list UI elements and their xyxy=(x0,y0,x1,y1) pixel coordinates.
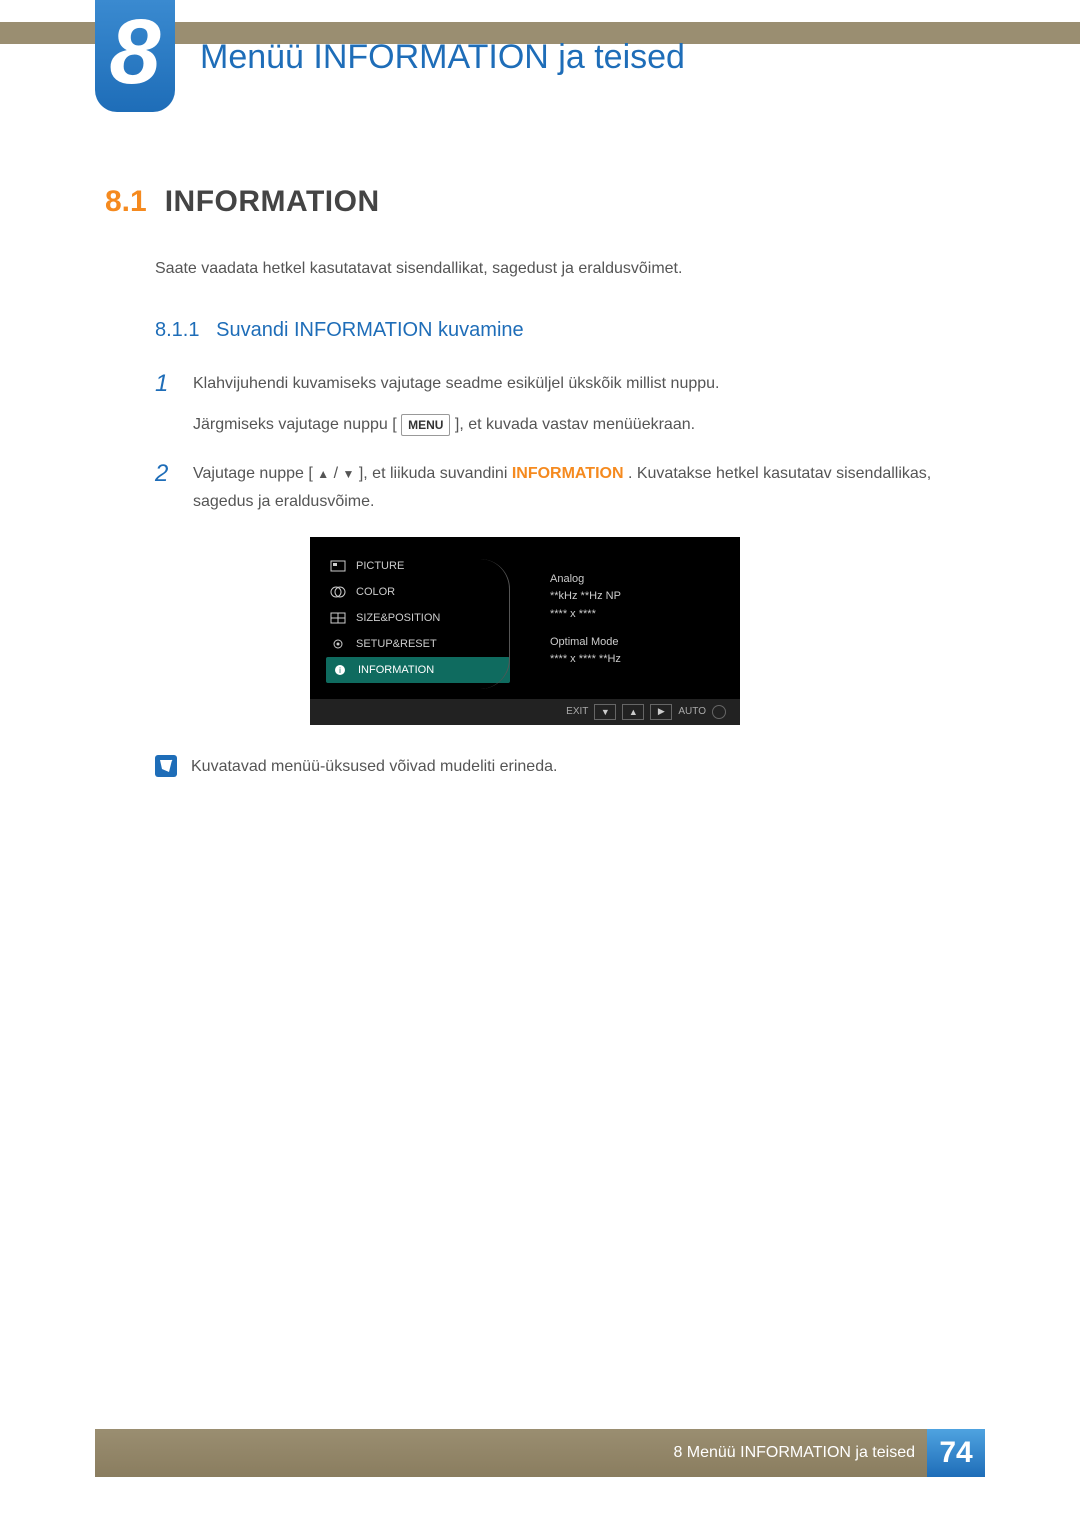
gear-icon xyxy=(330,638,346,650)
note-text: Kuvatavad menüü-üksused võivad mudeliti … xyxy=(191,755,557,779)
osd-bottom-bar: EXIT ▼ ▲ ▶ AUTO xyxy=(310,699,740,725)
osd-item-label: SIZE&POSITION xyxy=(356,612,440,624)
osd-down-icon: ▼ xyxy=(594,704,616,720)
footer: 8 Menüü INFORMATION ja teised 74 xyxy=(95,1429,985,1477)
osd-item-label: SETUP&RESET xyxy=(356,638,437,650)
osd-curve-decoration xyxy=(480,559,510,689)
step-1: 1 Klahvijuhendi kuvamiseks vajutage sead… xyxy=(155,370,985,438)
osd-info-line: Optimal Mode xyxy=(550,634,720,652)
chapter-number-tab: 8 xyxy=(95,0,175,112)
subsection-title: Suvandi INFORMATION kuvamine xyxy=(216,319,524,341)
step-body: Klahvijuhendi kuvamiseks vajutage seadme… xyxy=(193,370,719,438)
info-icon: i xyxy=(332,664,348,676)
text-fragment: ], et liikuda suvandini xyxy=(359,465,512,482)
svg-text:i: i xyxy=(339,666,341,675)
menu-button-label: MENU xyxy=(401,414,450,436)
text-fragment: Järgmiseks vajutage nuppu [ xyxy=(193,416,397,433)
page-number: 74 xyxy=(927,1429,985,1477)
osd-info-line: Analog xyxy=(550,571,720,589)
triangle-up-icon xyxy=(317,465,329,482)
osd-power-icon xyxy=(712,705,726,719)
osd-auto-label: AUTO xyxy=(678,706,706,717)
osd-menu-column: PICTURE COLOR SIZE&POSITION xyxy=(330,553,510,683)
step-number: 1 xyxy=(155,370,175,438)
osd-info-line: **kHz **Hz NP xyxy=(550,588,720,606)
subsection-number: 8.1.1 xyxy=(155,319,199,341)
note-row: Kuvatavad menüü-üksused võivad mudeliti … xyxy=(155,755,985,779)
section-heading: 8.1 INFORMATION xyxy=(105,185,985,219)
note-icon xyxy=(155,755,177,777)
osd-up-icon: ▲ xyxy=(622,704,644,720)
step-number: 2 xyxy=(155,460,175,514)
subsection-heading: 8.1.1 Suvandi INFORMATION kuvamine xyxy=(155,319,985,342)
osd-info-line: **** x **** **Hz xyxy=(550,651,720,669)
picture-icon xyxy=(330,560,346,572)
osd-enter-icon: ▶ xyxy=(650,704,672,720)
intro-paragraph: Saate vaadata hetkel kasutatavat sisenda… xyxy=(155,257,985,281)
section-title: INFORMATION xyxy=(165,185,380,219)
page-content: 8.1 INFORMATION Saate vaadata hetkel kas… xyxy=(105,185,985,779)
section-number: 8.1 xyxy=(105,185,147,219)
text-fragment: ], et kuvada vastav menüüekraan. xyxy=(455,416,695,433)
size-position-icon xyxy=(330,612,346,624)
osd-exit-label: EXIT xyxy=(566,706,588,717)
text-fragment: Vajutage nuppe [ xyxy=(193,465,313,482)
osd-screenshot: PICTURE COLOR SIZE&POSITION xyxy=(310,537,985,725)
osd-item-label: PICTURE xyxy=(356,560,404,572)
chapter-title: Menüü INFORMATION ja teised xyxy=(200,38,685,77)
osd-item-label: COLOR xyxy=(356,586,395,598)
triangle-down-icon xyxy=(343,465,355,482)
footer-chapter-label: 8 Menüü INFORMATION ja teised xyxy=(673,1444,915,1462)
keyword-information: INFORMATION xyxy=(512,465,624,482)
osd-info-panel: Analog **kHz **Hz NP **** x **** Optimal… xyxy=(510,553,720,683)
osd-info-line: **** x **** xyxy=(550,606,720,624)
osd-item-label: INFORMATION xyxy=(358,664,434,676)
step-body: Vajutage nuppe [ / ], et liikuda suvandi… xyxy=(193,460,985,514)
step-1-line-1: Klahvijuhendi kuvamiseks vajutage seadme… xyxy=(193,370,719,397)
step-2: 2 Vajutage nuppe [ / ], et liikuda suvan… xyxy=(155,460,985,514)
color-icon xyxy=(330,586,346,598)
step-1-line-2: Järgmiseks vajutage nuppu [ MENU ], et k… xyxy=(193,411,719,438)
